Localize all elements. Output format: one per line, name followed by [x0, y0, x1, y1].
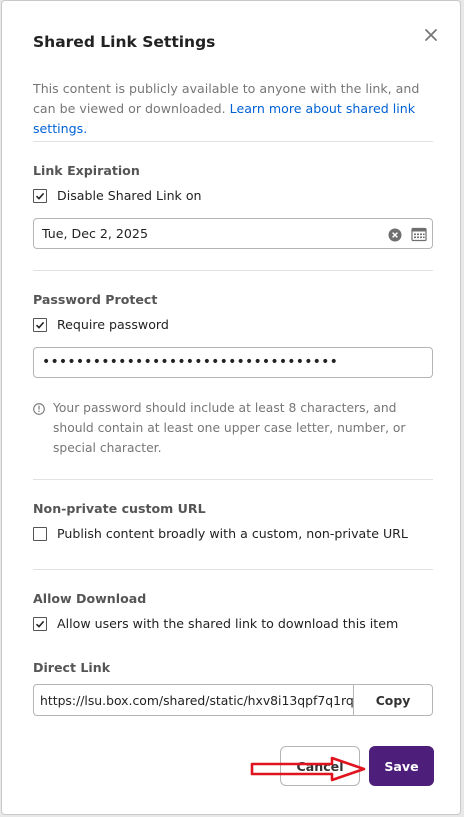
shared-link-settings-dialog: Shared Link Settings This content is pub…	[1, 0, 461, 815]
calendar-icon[interactable]	[411, 226, 427, 246]
expiration-date-value: Tue, Dec 2, 2025	[42, 226, 148, 241]
divider	[33, 569, 433, 570]
allow-download-label: Allow users with the shared link to down…	[57, 616, 399, 631]
password-input[interactable]: •••••••••••••••••••••••••••••••••••	[33, 347, 433, 378]
require-password-checkbox[interactable]	[33, 317, 47, 332]
allow-download-checkbox[interactable]	[33, 616, 47, 631]
checkmark-icon	[35, 321, 45, 329]
require-password-label: Require password	[57, 317, 169, 332]
checkmark-icon	[35, 620, 45, 628]
intro-text: This content is publicly available to an…	[33, 79, 433, 139]
close-icon[interactable]	[420, 24, 442, 46]
disable-link-checkbox-row[interactable]: Disable Shared Link on	[33, 188, 202, 203]
password-protect-heading: Password Protect	[33, 292, 158, 307]
disable-link-checkbox[interactable]	[33, 188, 47, 203]
direct-link-url: https://lsu.box.com/shared/static/hxv8i1…	[40, 693, 353, 708]
info-icon	[33, 400, 45, 419]
password-hint: Your password should include at least 8 …	[53, 401, 406, 455]
allow-download-heading: Allow Download	[33, 591, 147, 606]
copy-button[interactable]: Copy	[353, 684, 433, 716]
dialog-title: Shared Link Settings	[33, 33, 216, 51]
password-masked-value: •••••••••••••••••••••••••••••••••••	[42, 354, 339, 370]
expiration-date-field[interactable]: Tue, Dec 2, 2025	[33, 218, 433, 249]
annotation-arrow-icon	[250, 756, 366, 782]
custom-url-heading: Non-private custom URL	[33, 501, 206, 516]
save-button[interactable]: Save	[369, 746, 434, 786]
disable-link-label: Disable Shared Link on	[57, 188, 202, 203]
allow-download-checkbox-row[interactable]: Allow users with the shared link to down…	[33, 616, 398, 631]
custom-url-checkbox-row[interactable]: Publish content broadly with a custom, n…	[33, 526, 408, 541]
require-password-checkbox-row[interactable]: Require password	[33, 317, 169, 332]
divider	[33, 141, 433, 142]
divider	[33, 270, 433, 271]
custom-url-label: Publish content broadly with a custom, n…	[57, 526, 408, 541]
direct-link-url-field[interactable]: https://lsu.box.com/shared/static/hxv8i1…	[33, 684, 353, 716]
divider	[33, 479, 433, 480]
link-expiration-heading: Link Expiration	[33, 163, 140, 178]
direct-link-heading: Direct Link	[33, 660, 111, 675]
custom-url-checkbox[interactable]	[33, 526, 47, 541]
clear-icon[interactable]	[388, 227, 402, 246]
checkmark-icon	[35, 192, 45, 200]
